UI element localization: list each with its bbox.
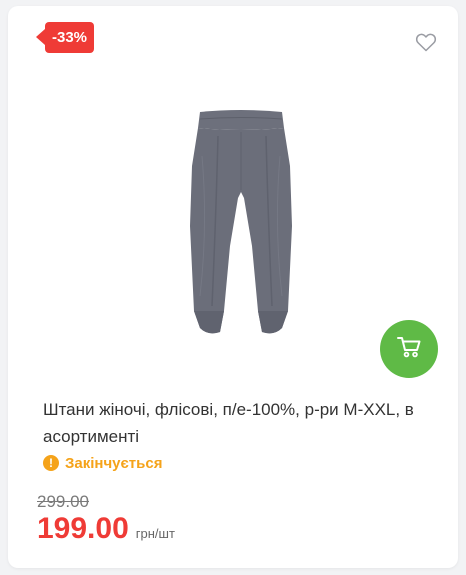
product-card[interactable]: -33% Штани жіночі, флісові, п/е-100%, р-…: [8, 6, 458, 568]
product-image-pants[interactable]: [178, 106, 304, 342]
exclamation-circle-icon: !: [43, 455, 59, 471]
stock-status-text: Закінчується: [65, 454, 163, 472]
old-price: 299.00: [37, 492, 89, 511]
favorite-heart-icon[interactable]: [414, 30, 438, 54]
cart-icon: [396, 335, 422, 364]
product-title[interactable]: Штани жіночі, флісові, п/е-100%, р-ри M-…: [43, 396, 443, 450]
price-row: 199.00 грн/шт: [37, 512, 175, 546]
add-to-cart-button[interactable]: [380, 320, 438, 378]
current-price: 199.00: [37, 512, 129, 545]
stock-status: ! Закінчується: [43, 454, 162, 472]
price-unit: грн/шт: [135, 526, 175, 541]
discount-badge: -33%: [35, 22, 95, 53]
